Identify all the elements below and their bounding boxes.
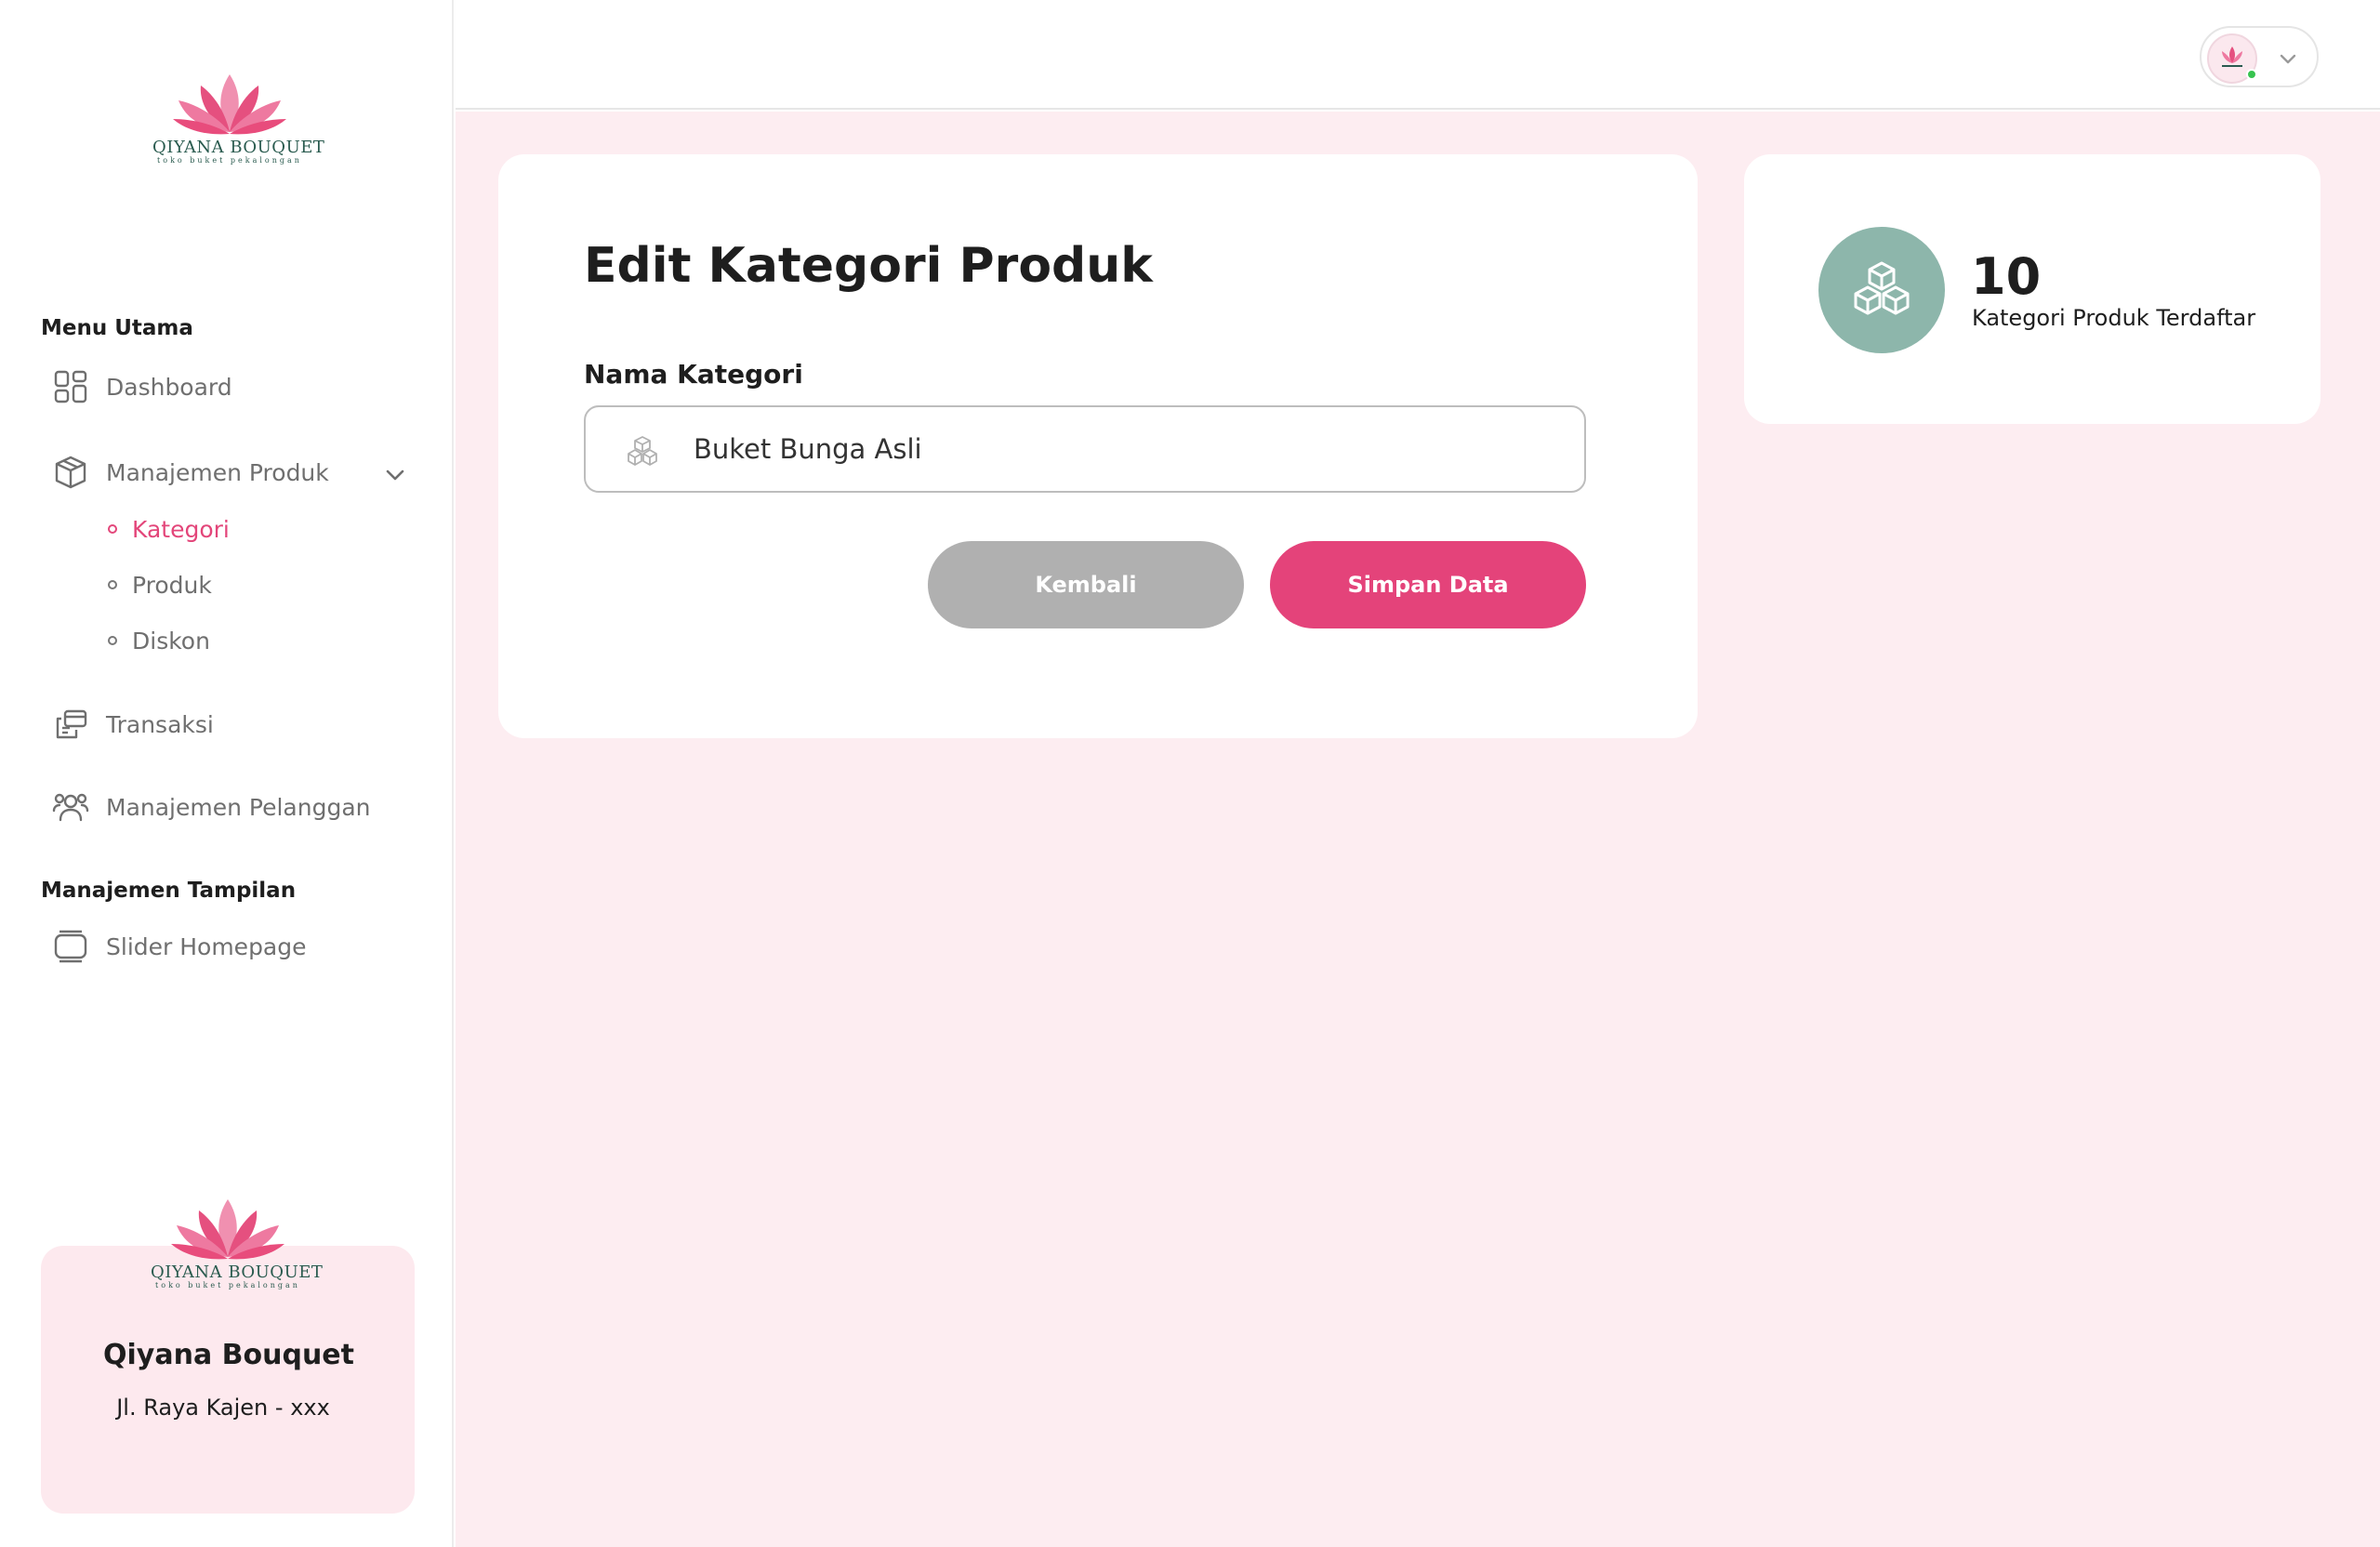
chevron-down-icon	[2280, 54, 2296, 64]
chevron-down-icon[interactable]	[381, 461, 409, 489]
save-button[interactable]: Simpan Data	[1270, 541, 1586, 628]
sidebar-subitem-diskon[interactable]: Diskon	[108, 624, 210, 657]
page-title: Edit Kategori Produk	[584, 238, 1153, 294]
section-title-main: Menu Utama	[41, 316, 193, 340]
stat-icon-circle	[1818, 227, 1945, 353]
sidebar-item-label: Dashboard	[106, 373, 232, 401]
sidebar-item-manajemen-pelanggan[interactable]: Manajemen Pelanggan	[52, 787, 371, 827]
lotus-logo-icon	[171, 1199, 284, 1260]
sidebar-item-slider-homepage[interactable]: Slider Homepage	[52, 926, 307, 967]
user-menu[interactable]	[2200, 26, 2319, 87]
store-name: Qiyana Bouquet	[103, 1339, 354, 1371]
sidebar-item-transaksi[interactable]: Transaksi	[52, 704, 214, 745]
category-count-label: Kategori Produk Terdaftar	[1972, 305, 2256, 331]
sidebar-subitem-produk[interactable]: Produk	[108, 568, 212, 602]
dashboard-grid-icon	[52, 368, 89, 405]
sidebar-subitem-label: Diskon	[132, 627, 210, 654]
sidebar: QIYANA BOUQUET toko buket pekalongan Men…	[0, 0, 454, 1547]
boxes-icon	[1854, 261, 1910, 315]
top-bar	[456, 0, 2380, 110]
category-name-label: Nama Kategori	[584, 359, 803, 390]
store-address: Jl. Raya Kajen - xxx	[116, 1395, 330, 1421]
box-icon	[52, 454, 89, 491]
slider-icon	[52, 928, 89, 965]
sidebar-item-dashboard[interactable]: Dashboard	[52, 366, 232, 407]
category-name-value: Buket Bunga Asli	[694, 433, 922, 465]
boxes-icon	[628, 436, 657, 466]
logo-tagline: toko buket pekalongan	[157, 156, 302, 165]
transaction-icon	[52, 706, 89, 743]
section-title-display: Manajemen Tampilan	[41, 879, 297, 903]
sidebar-item-label: Manajemen Pelanggan	[106, 793, 371, 821]
logo-text: QIYANA BOUQUET	[151, 1263, 324, 1282]
category-count: 10	[1971, 247, 2042, 306]
online-status-dot	[2246, 69, 2257, 80]
store-logo: QIYANA BOUQUET toko buket pekalongan	[151, 1196, 324, 1292]
category-name-input[interactable]: Buket Bunga Asli	[584, 405, 1586, 493]
brand-logo[interactable]: QIYANA BOUQUET toko buket pekalongan	[152, 71, 325, 167]
sidebar-item-label: Transaksi	[106, 710, 214, 738]
sidebar-subitem-kategori[interactable]: Kategori	[108, 512, 230, 546]
users-icon	[52, 788, 89, 826]
sidebar-item-label: Manajemen Produk	[106, 458, 329, 486]
logo-text: QIYANA BOUQUET	[152, 138, 325, 157]
bullet-icon	[108, 524, 117, 534]
sidebar-subitem-label: Kategori	[132, 515, 230, 543]
sidebar-subitem-label: Produk	[132, 571, 212, 599]
lotus-logo-icon	[173, 74, 286, 135]
sidebar-item-label: Slider Homepage	[106, 932, 307, 960]
sidebar-item-manajemen-produk[interactable]: Manajemen Produk	[52, 452, 329, 493]
back-button[interactable]: Kembali	[928, 541, 1244, 628]
bullet-icon	[108, 580, 117, 589]
bullet-icon	[108, 636, 117, 645]
logo-tagline: toko buket pekalongan	[155, 1281, 300, 1289]
